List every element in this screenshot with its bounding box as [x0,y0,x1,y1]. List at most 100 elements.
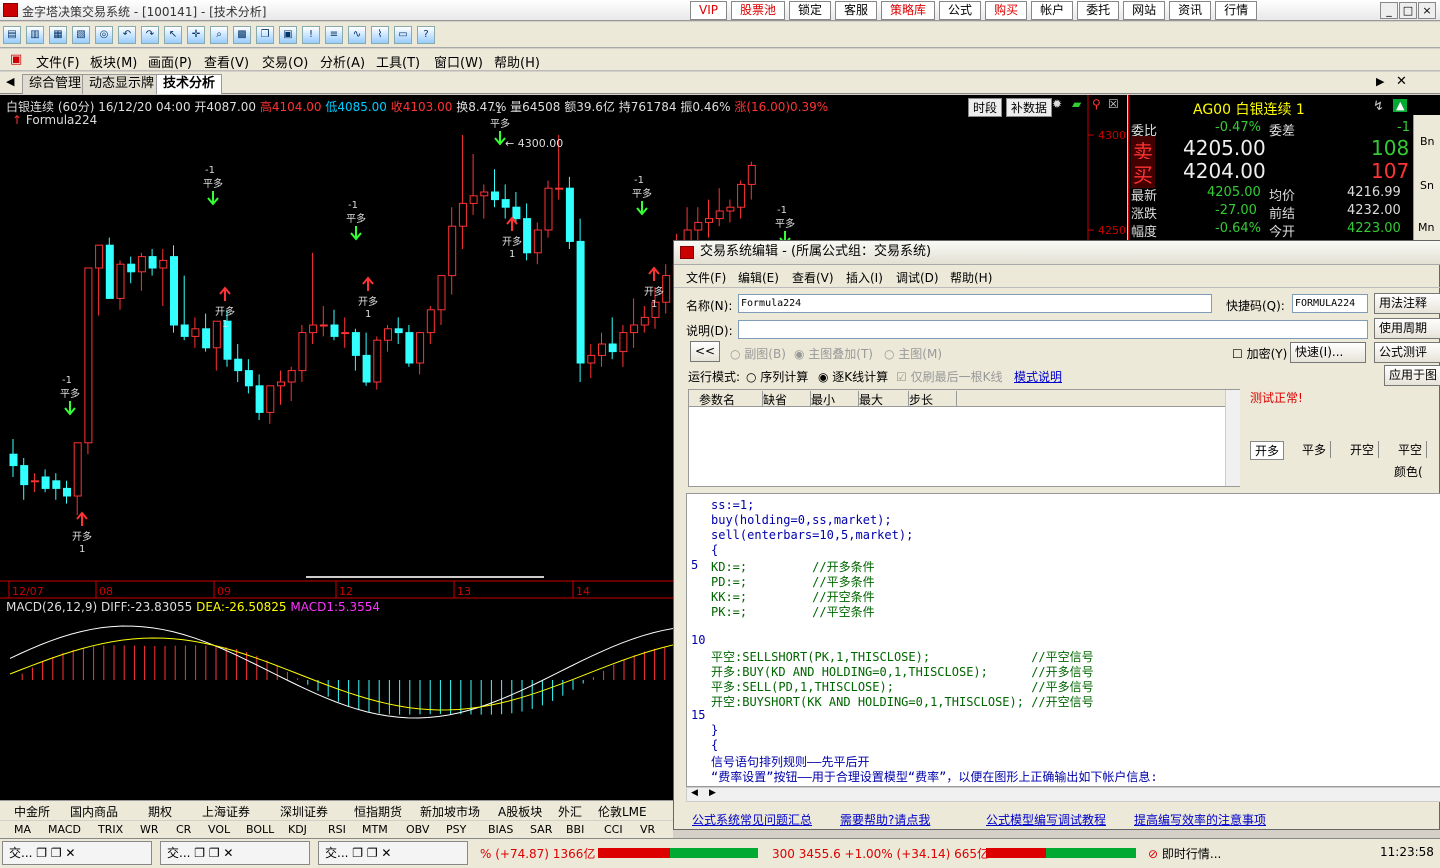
alarm-icon[interactable]: ⚲ [1092,97,1101,111]
task-restore-icon[interactable]: ❐ ❐ ✕ [352,846,391,860]
code-line[interactable]: } [711,723,718,737]
help-link-2[interactable]: 公式模型编写调试教程 [986,811,1106,828]
market-tab-5[interactable]: 恒指期货 [354,803,402,820]
market-tab-6[interactable]: 新加坡市场 [420,803,480,820]
desc-input[interactable] [738,320,1368,339]
code-hscrollbar[interactable]: ◀ ▶ [686,787,1440,802]
quote-app-button[interactable]: ⊘ 即时行情... [1148,845,1221,862]
magnify-icon[interactable]: ⌕ [210,26,228,44]
mode-help-link[interactable]: 模式说明 [1014,368,1062,385]
market-tab-9[interactable]: 伦敦LME [598,803,647,820]
menu-item-5[interactable]: 分析(A) [320,52,365,71]
chart-close-icon[interactable]: ☒ [1108,97,1119,111]
opt-overlay[interactable]: ◉ 主图叠加(T) [794,345,873,362]
topnav-1-button[interactable]: 股票池 [730,1,785,20]
market-tab-8[interactable]: 外汇 [558,803,582,820]
code-line[interactable]: { [711,543,718,557]
side-tab-bn[interactable]: Bn [1420,135,1435,148]
indicator-tab-12[interactable]: BIAS [488,823,513,836]
menu-item-4[interactable]: 交易(O) [262,52,308,71]
param-col-2[interactable]: 最小 [811,391,859,407]
indicator-tab-15[interactable]: CCI [604,823,623,836]
chart-icon[interactable]: ∿ [348,26,366,44]
mode-sequence-radio[interactable]: ○ 序列计算 [746,368,808,385]
layout-icon[interactable]: ▦ [49,26,67,44]
collapse-button[interactable]: << [690,341,720,362]
tab-0[interactable]: 综合管理 [22,74,89,94]
fill-data-button[interactable]: 补数据 [1006,98,1053,117]
indicator-tab-6[interactable]: BOLL [246,823,274,836]
param-table[interactable]: 参数名 缺省 最小 最大 步长 [688,389,1240,487]
topnav-5-button[interactable]: 公式 [939,1,982,20]
indicator-tab-1[interactable]: MACD [48,823,81,836]
topnav-6-button[interactable]: 购买 [985,1,1028,20]
menu-item-7[interactable]: 窗口(W) [434,52,483,71]
quick-button[interactable]: 快速(I)... [1290,342,1366,363]
tab-close-icon[interactable]: ✕ [1396,74,1407,89]
code-line[interactable]: 开空:BUYSHORT(KK AND HOLDING=0,1,THISCLOSE… [711,693,1094,710]
undo-icon[interactable]: ↶ [118,26,136,44]
menu-item-2[interactable]: 画面(P) [148,52,192,71]
print-icon[interactable]: ▥ [26,26,44,44]
code-line[interactable]: “费率设置”按钮——用于合理设置模型“费率”，以便在图形上正确输出如下帐户信息: [711,768,1158,785]
code-line[interactable]: ss:=1; [711,498,754,512]
menu-item-3[interactable]: 查看(V) [204,52,249,71]
scroll-left-icon[interactable]: ◀ [691,788,698,798]
indicator-tab-9[interactable]: MTM [362,823,388,836]
indicator-tab-8[interactable]: RSI [328,823,346,836]
tab-1[interactable]: 动态显示牌 [82,74,162,94]
param-scrollbar[interactable] [1225,390,1240,486]
code-line[interactable]: PK:=; //平空条件 [711,603,875,620]
bars-icon[interactable]: ≡ [325,26,343,44]
indicator-tab-2[interactable]: TRIX [98,823,123,836]
opt-sub-chart[interactable]: ○ 副图(B) [730,345,786,362]
monitor-icon[interactable]: ▭ [394,26,412,44]
param-col-0[interactable]: 参数名 [699,391,763,407]
minimize-button[interactable]: _ [1380,2,1398,19]
zoom-icon[interactable]: ◎ [95,26,113,44]
menu-item-1[interactable]: 板块(M) [90,52,137,71]
indicator-tab-7[interactable]: KDJ [288,823,307,836]
code-line[interactable]: buy(holding=0,ss,market); [711,513,892,527]
apply-to-chart-button[interactable]: 应用于图 [1384,365,1440,386]
copy-icon[interactable]: ❐ [256,26,274,44]
help-link-1[interactable]: 需要帮助?请点我 [840,811,930,828]
money-icon[interactable]: ▰ [1072,97,1081,111]
grid-icon[interactable]: ▩ [233,26,251,44]
editor-menu-4[interactable]: 调试(D) [896,269,939,286]
open-icon[interactable]: ▤ [3,26,21,44]
indicator-icon[interactable]: ⌇ [371,26,389,44]
editor-menu-1[interactable]: 编辑(E) [738,269,779,286]
tab-scroll-left-icon[interactable]: ◀ [6,75,14,88]
indicator-tab-11[interactable]: PSY [446,823,466,836]
code-line[interactable]: { [711,738,718,752]
color-label[interactable]: 颜色( [1394,463,1423,480]
menu-item-8[interactable]: 帮助(H) [494,52,540,71]
indicator-tab-13[interactable]: SAR [530,823,552,836]
folder-icon[interactable]: ▣ [279,26,297,44]
topnav-10-button[interactable]: 资讯 [1169,1,1212,20]
market-tab-0[interactable]: 中金所 [14,803,50,820]
signal-tab-0[interactable]: 开多 [1250,441,1285,460]
alert-icon[interactable]: ! [302,26,320,44]
market-tab-1[interactable]: 国内商品 [70,803,118,820]
editor-menu-2[interactable]: 查看(V) [792,269,834,286]
param-col-3[interactable]: 最大 [859,391,909,407]
menu-item-6[interactable]: 工具(T) [376,52,420,71]
param-col-4[interactable]: 步长 [909,391,957,407]
param-col-1[interactable]: 缺省 [763,391,811,407]
topnav-3-button[interactable]: 客服 [835,1,878,20]
encrypt-checkbox[interactable]: ☐ 加密(Y) [1232,345,1287,362]
topnav-11-button[interactable]: 行情 [1215,1,1258,20]
help-icon[interactable]: ? [417,26,435,44]
use-period-button[interactable]: 使用周期 [1374,318,1440,339]
cursor-icon[interactable]: ↖ [164,26,182,44]
indicator-tab-10[interactable]: OBV [406,823,429,836]
market-tab-3[interactable]: 上海证券 [202,803,250,820]
task-item-1[interactable]: 交... ❐ ❐ ✕ [2,841,152,865]
topnav-4-button[interactable]: 策略库 [881,1,936,20]
indicator-tab-0[interactable]: MA [14,823,31,836]
indicator-tab-5[interactable]: VOL [208,823,230,836]
scroll-right-icon[interactable]: ▶ [709,788,716,798]
tab-2[interactable]: 技术分析 [156,74,223,94]
